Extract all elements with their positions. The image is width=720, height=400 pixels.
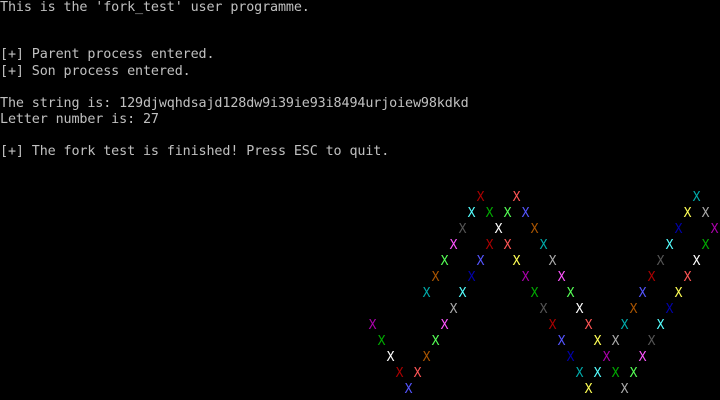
x-mark: X [692, 190, 701, 205]
x-mark: X [458, 286, 467, 301]
x-mark: X [476, 190, 485, 205]
x-mark: X [449, 302, 458, 317]
x-mark: X [611, 334, 620, 349]
x-mark: X [548, 318, 557, 333]
x-mark: X [494, 222, 503, 237]
x-mark: X [422, 350, 431, 365]
x-mark: X [512, 254, 521, 269]
x-mark: X [656, 254, 665, 269]
x-mark: X [431, 270, 440, 285]
x-mark: X [683, 270, 692, 285]
x-mark: X [656, 318, 665, 333]
x-mark: X [692, 254, 701, 269]
x-mark: X [566, 350, 575, 365]
x-mark: X [701, 238, 710, 253]
x-mark: X [530, 222, 539, 237]
x-mark: X [521, 206, 530, 221]
x-mark: X [629, 366, 638, 381]
x-mark: X [467, 206, 476, 221]
x-mark: X [593, 334, 602, 349]
x-mark: X [440, 254, 449, 269]
console-screen: This is the 'fork_test' user programme. … [0, 0, 720, 400]
x-mark: X [620, 382, 629, 397]
x-mark: X [521, 270, 530, 285]
x-mark: X [602, 350, 611, 365]
x-mark: X [512, 190, 521, 205]
x-mark: X [539, 302, 548, 317]
x-mark: X [557, 334, 566, 349]
x-mark: X [611, 366, 620, 381]
x-mark: X [440, 318, 449, 333]
x-mark: X [674, 286, 683, 301]
x-mark: X [647, 334, 656, 349]
x-mark: X [485, 206, 494, 221]
x-mark: X [377, 334, 386, 349]
x-mark: X [575, 366, 584, 381]
x-mark: X [503, 206, 512, 221]
x-mark: X [584, 318, 593, 333]
x-mark: X [557, 270, 566, 285]
x-mark: X [584, 382, 593, 397]
x-mark: X [431, 334, 440, 349]
x-mark: X [629, 302, 638, 317]
x-mark: X [422, 286, 431, 301]
x-mark: X [548, 254, 557, 269]
x-mark: X [368, 318, 377, 333]
x-mark: X [701, 206, 710, 221]
x-mark: X [467, 270, 476, 285]
x-mark: X [539, 238, 548, 253]
x-mark: X [503, 238, 512, 253]
x-mark: X [647, 270, 656, 285]
x-pattern: XXXXXXXXXXXXXXXXXXXXXXXXXXXXXXXXXXXXXXXX… [0, 0, 720, 400]
x-mark: X [638, 350, 647, 365]
x-mark: X [404, 382, 413, 397]
x-mark: X [413, 366, 422, 381]
x-mark: X [683, 206, 692, 221]
x-mark: X [485, 238, 494, 253]
x-mark: X [593, 366, 602, 381]
x-mark: X [665, 238, 674, 253]
x-mark: X [674, 222, 683, 237]
x-mark: X [476, 254, 485, 269]
x-mark: X [566, 286, 575, 301]
x-mark: X [638, 286, 647, 301]
x-mark: X [575, 302, 584, 317]
x-mark: X [395, 366, 404, 381]
x-mark: X [449, 238, 458, 253]
x-mark: X [386, 350, 395, 365]
x-mark: X [458, 222, 467, 237]
x-mark: X [620, 318, 629, 333]
x-mark: X [530, 286, 539, 301]
x-mark: X [710, 222, 719, 237]
x-mark: X [665, 302, 674, 317]
